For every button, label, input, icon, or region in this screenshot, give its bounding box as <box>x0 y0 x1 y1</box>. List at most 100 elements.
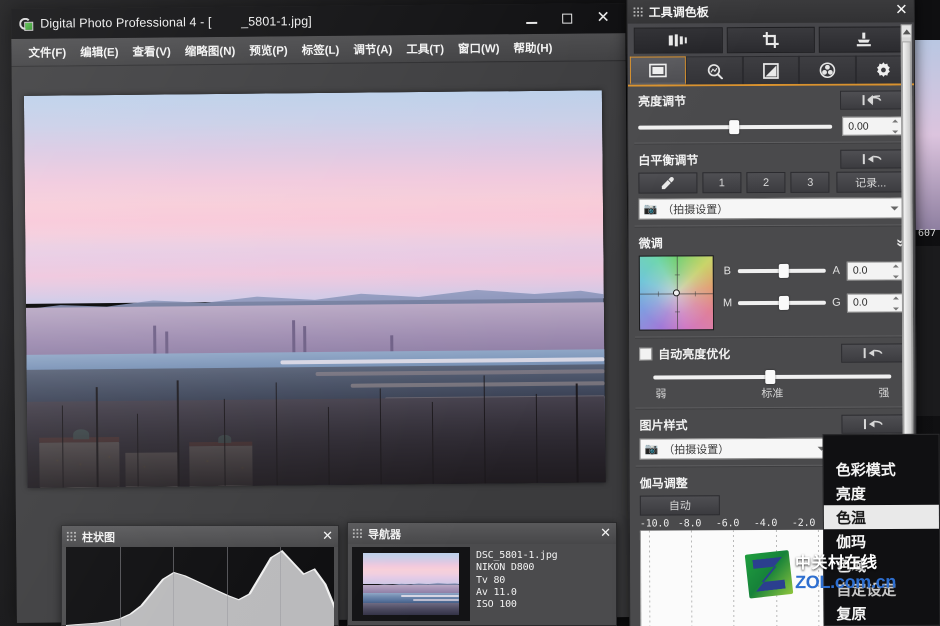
white-balance-combo[interactable]: 📷 （拍摄设置） <box>638 197 904 219</box>
menu-item-edit[interactable]: 编辑(E) <box>73 40 126 63</box>
color-gamut-pad[interactable] <box>639 255 714 330</box>
watermark-text: 中关村在线 ZOL.com.cn <box>795 556 896 592</box>
photo-trees <box>27 365 606 488</box>
context-menu-item-color-temperature[interactable]: 色温 <box>824 505 939 530</box>
navigator-metadata: DSC_5801-1.jpg NIKON D800 Tv 80 Av 11.0 … <box>476 547 612 622</box>
menu-item-tools[interactable]: 工具(T) <box>399 37 451 59</box>
context-menu-item-brightness[interactable]: 亮度 <box>824 481 939 506</box>
navigator-close-icon[interactable]: ✕ <box>600 526 611 539</box>
brightness-slider[interactable] <box>638 119 832 134</box>
context-menu-item-gamma[interactable]: 伽玛 <box>824 529 939 554</box>
fine-tune-ba-value-field[interactable]: 0.0 <box>847 261 905 280</box>
drag-grip-icon[interactable] <box>66 531 77 542</box>
drag-grip-icon[interactable] <box>633 6 644 17</box>
histogram-panel: 柱状图 ✕ <box>61 525 339 626</box>
axis-label-g: G <box>832 297 841 309</box>
background-text-fragment: 607 <box>918 228 936 239</box>
photo-sky-streak-2 <box>25 247 603 300</box>
fine-tune-mg-row: M G 0.0 <box>723 286 905 319</box>
gear-icon <box>875 61 892 78</box>
stamp-mode-button[interactable] <box>819 26 908 52</box>
tool-palette-close-icon[interactable]: ✕ <box>895 0 908 18</box>
menu-item-preview[interactable]: 预览(P) <box>242 39 295 62</box>
color-pad-handle[interactable] <box>673 289 680 296</box>
fine-tune-ba-slider[interactable] <box>738 264 826 278</box>
divider <box>635 335 909 337</box>
white-balance-eyedropper-button[interactable] <box>638 172 697 193</box>
picture-style-combo-value: （拍摄设置） <box>663 441 729 457</box>
brightness-reset-button[interactable] <box>840 90 904 109</box>
fine-tune-mg-spinner[interactable] <box>893 296 901 310</box>
meta-filename: DSC_5801-1.jpg <box>476 550 612 562</box>
scrollbar-thumb[interactable] <box>902 41 913 461</box>
adjustment-mode-button[interactable] <box>634 27 723 53</box>
fine-tune-mg-slider[interactable] <box>738 296 826 310</box>
alo-scale-high: 强 <box>878 384 889 400</box>
axis-label-m: M <box>723 297 732 309</box>
fine-tune-mg-value: 0.0 <box>853 297 868 309</box>
auto-lighting-checkbox[interactable] <box>639 348 652 361</box>
picture-style-reset-button[interactable] <box>841 414 905 433</box>
menu-item-adjust[interactable]: 调节(A) <box>346 38 399 61</box>
gamma-tick-1: -8.0 <box>678 518 716 529</box>
gamma-auto-button[interactable]: 自动 <box>640 495 720 515</box>
close-button[interactable]: ✕ <box>585 3 621 33</box>
histogram-panel-header[interactable]: 柱状图 ✕ <box>62 526 338 547</box>
tab-detail-sharpness[interactable] <box>686 56 743 84</box>
crop-icon <box>763 32 779 48</box>
context-menu-item-color-mode[interactable]: 色彩模式 <box>824 457 939 482</box>
white-balance-combo-value: （拍摄设置） <box>662 201 728 217</box>
chevron-down-icon[interactable] <box>891 206 899 210</box>
menu-item-view[interactable]: 查看(V) <box>125 40 178 63</box>
tool-palette-tabs <box>628 55 914 86</box>
watermark-cn: 中关村在线 <box>795 556 896 573</box>
white-balance-preset-2[interactable]: 2 <box>746 172 785 193</box>
menu-item-label[interactable]: 标签(L) <box>295 38 347 60</box>
preview-photo[interactable] <box>24 90 606 488</box>
reset-arrow-icon <box>863 419 883 430</box>
white-balance-record-button[interactable]: 记录... <box>837 171 905 192</box>
auto-lighting-reset-button[interactable] <box>841 343 905 362</box>
tab-color-adjustment[interactable] <box>799 56 856 84</box>
histogram-chart <box>66 547 334 626</box>
navigator-panel-header[interactable]: 导航器 ✕ <box>348 523 616 544</box>
maximize-button[interactable] <box>549 3 585 33</box>
reset-arrow-icon <box>862 95 882 106</box>
menu-item-help[interactable]: 帮助(H) <box>506 36 559 59</box>
brightness-value-field[interactable]: 0.00 <box>842 116 904 135</box>
minimize-button[interactable] <box>513 4 549 34</box>
window-title: Digital Photo Professional 4 - [ _5801-1… <box>40 14 312 31</box>
stamp-icon <box>855 32 871 48</box>
auto-lighting-slider[interactable] <box>653 369 891 384</box>
alo-scale-low: 弱 <box>655 385 666 401</box>
tool-palette-header[interactable]: 工具调色板 ✕ <box>628 0 914 24</box>
brightness-spinner[interactable] <box>892 119 900 133</box>
scroll-up-icon[interactable] <box>902 25 911 37</box>
navigator-thumbnail-box[interactable] <box>352 547 470 621</box>
white-balance-preset-1[interactable]: 1 <box>702 172 741 193</box>
white-balance-preset-3[interactable]: 3 <box>791 172 830 193</box>
sliders-icon <box>668 33 688 47</box>
eyedropper-icon <box>661 176 675 190</box>
brightness-value: 0.00 <box>848 120 868 132</box>
navigator-panel-title: 导航器 <box>368 526 401 542</box>
fine-tune-mg-value-field[interactable]: 0.0 <box>847 293 905 312</box>
title-bar: Digital Photo Professional 4 - [ _5801-1… <box>11 3 625 39</box>
histogram-series <box>66 547 334 626</box>
crop-mode-button[interactable] <box>726 27 815 53</box>
drag-grip-icon[interactable] <box>352 528 363 539</box>
menu-item-file[interactable]: 文件(F) <box>21 41 73 63</box>
fine-tune-ba-row: B A 0.0 <box>723 254 905 287</box>
picture-style-combo[interactable]: 📷 （拍摄设置） <box>640 438 832 460</box>
menu-item-thumbnail[interactable]: 缩略图(N) <box>178 39 243 62</box>
color-wheel-icon <box>819 62 836 79</box>
white-balance-reset-button[interactable] <box>840 149 904 168</box>
tab-basic-adjustment[interactable] <box>630 56 687 84</box>
histogram-panel-title: 柱状图 <box>82 529 115 545</box>
histogram-close-icon[interactable]: ✕ <box>322 529 333 542</box>
fine-tune-ba-spinner[interactable] <box>893 264 901 278</box>
screenshot-root: 607 Digital Photo Professional 4 - [ _58… <box>0 0 940 626</box>
menu-item-window[interactable]: 窗口(W) <box>451 37 507 60</box>
context-menu-item-restore[interactable]: 复原 <box>824 601 939 626</box>
tab-tone-curve[interactable] <box>743 56 800 84</box>
